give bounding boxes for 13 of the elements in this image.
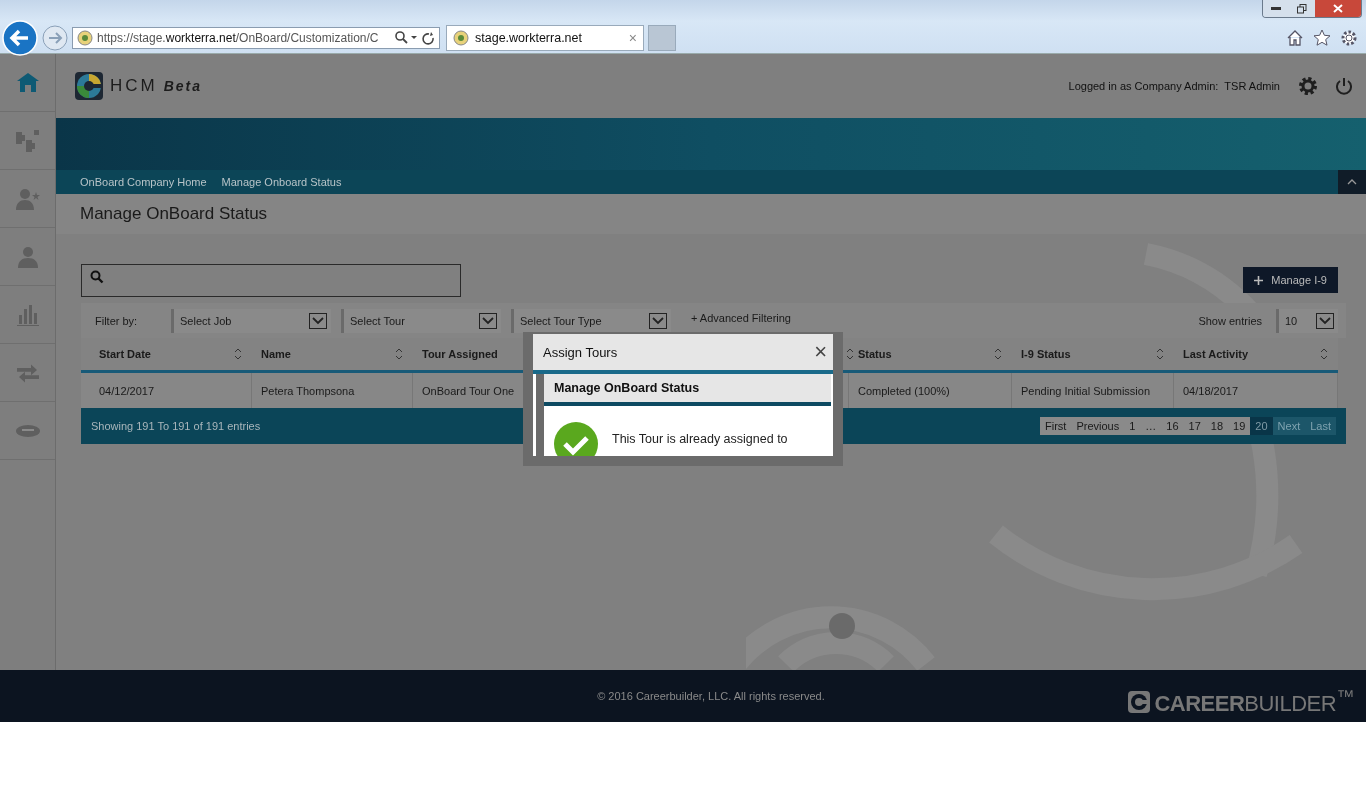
dialog-message: This Tour is already assigned to bbox=[612, 432, 788, 446]
user-name: TSR Admin bbox=[1224, 80, 1280, 92]
dialog-title: Assign Tours bbox=[543, 344, 618, 360]
page-title: Manage OnBoard Status bbox=[80, 204, 268, 224]
entries-summary: Showing 191 To 191 of 191 entries bbox=[91, 420, 261, 432]
show-entries-label: Show entries bbox=[1198, 314, 1262, 327]
filter-label: Filter by: bbox=[95, 314, 139, 327]
copyright-text: © 2016 Careerbuilder, LLC. All rights reserved. bbox=[597, 690, 825, 702]
app-logo-text: HCM bbox=[110, 76, 158, 96]
brand-logo-text: CAREERBUILDER$^{™}$ bbox=[1154, 686, 1354, 718]
dialog-subtitle: Manage OnBoard Status bbox=[554, 381, 700, 395]
beta-label: Beta bbox=[163, 78, 203, 94]
logged-in-label: Logged in as Company Admin: bbox=[1068, 80, 1219, 92]
